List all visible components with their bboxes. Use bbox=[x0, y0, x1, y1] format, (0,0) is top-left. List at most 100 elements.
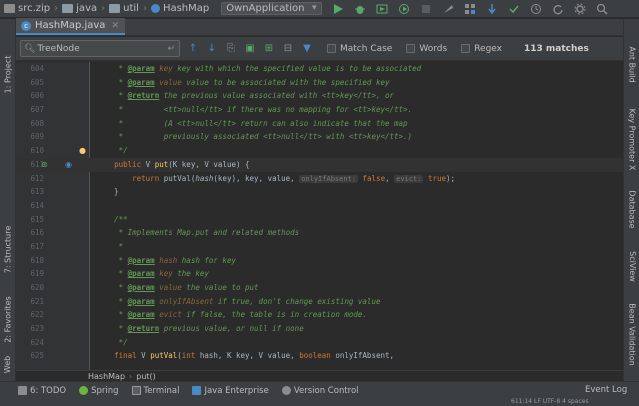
next-occurrence-icon[interactable]: ↓ bbox=[206, 43, 218, 55]
code-line: 625 final V putVal(int hash, K key, V va… bbox=[30, 351, 395, 361]
tool-window-terminal[interactable]: Terminal bbox=[131, 386, 179, 396]
previous-occurrence-icon[interactable]: ↑ bbox=[187, 43, 199, 55]
tool-window-java-enterprise[interactable]: Java Enterprise bbox=[192, 386, 269, 396]
code-line: 618 * @param hash hash for key bbox=[30, 255, 236, 265]
match-count: 113 matches bbox=[524, 43, 589, 54]
stop-icon[interactable] bbox=[420, 3, 432, 15]
project-structure-icon[interactable] bbox=[464, 3, 476, 15]
code-line: 616 * Implements Map.put and related met… bbox=[30, 228, 300, 238]
class-icon bbox=[150, 4, 160, 13]
add-selection-icon[interactable]: ⊞ bbox=[263, 43, 275, 55]
regex-option[interactable]: Regex bbox=[461, 44, 502, 54]
exclude-icon[interactable]: ⊟ bbox=[282, 43, 294, 55]
code-line: 624 */ bbox=[30, 337, 128, 347]
words-checkbox[interactable] bbox=[406, 44, 416, 53]
words-option[interactable]: Words bbox=[406, 44, 447, 54]
folder-icon bbox=[109, 4, 121, 13]
nav-crumb-src-zip[interactable]: src.zip › bbox=[4, 3, 58, 14]
code-line: 617 * bbox=[30, 241, 124, 251]
chevron-right-icon: › bbox=[142, 3, 147, 14]
tool-tab-sciview[interactable]: SciView bbox=[624, 244, 639, 289]
code-line: 612 return putVal(hash(key), key, value,… bbox=[30, 173, 456, 183]
profile-icon[interactable] bbox=[398, 3, 410, 15]
run-configuration-select[interactable]: OwnApplication bbox=[221, 2, 322, 15]
tool-tab-favorites[interactable]: 2: Favorites bbox=[0, 289, 16, 349]
tool-tab-project[interactable]: 1: Project bbox=[0, 49, 16, 99]
filter-icon[interactable]: ▼ bbox=[301, 43, 313, 55]
close-icon[interactable]: ✕ bbox=[111, 21, 119, 31]
event-log-button[interactable]: Event Log bbox=[585, 385, 627, 395]
nav-crumb-util[interactable]: util › bbox=[109, 3, 147, 14]
chevron-right-icon: › bbox=[54, 3, 59, 14]
settings-icon[interactable] bbox=[574, 3, 586, 15]
todo-icon bbox=[18, 386, 27, 395]
vcs-update-icon[interactable] bbox=[486, 3, 498, 15]
code-line: 605 * @param value value to be associate… bbox=[30, 77, 390, 87]
clear-history-icon[interactable]: ↵ bbox=[167, 44, 175, 54]
code-line: 622 * @param evict if false, the table i… bbox=[30, 310, 367, 320]
tab-hashmap-java[interactable]: c HashMap.java ✕ bbox=[16, 18, 125, 35]
nav-crumb-label: HashMap bbox=[162, 3, 210, 14]
archive-icon bbox=[4, 4, 15, 13]
tool-tab-bean-validation[interactable]: Bean Validation bbox=[624, 299, 639, 369]
nav-crumb-label: util bbox=[123, 3, 139, 14]
build-icon[interactable] bbox=[442, 3, 454, 15]
nav-crumb-hashmap[interactable]: HashMap bbox=[150, 3, 210, 14]
nav-crumb-label: java bbox=[76, 3, 98, 14]
tool-tab-structure[interactable]: 7: Structure bbox=[0, 219, 16, 279]
code-line: 609 * previously associated <tt>null</tt… bbox=[30, 132, 413, 142]
folder-icon bbox=[62, 4, 74, 13]
class-icon: c bbox=[21, 20, 31, 31]
run-icon[interactable] bbox=[332, 3, 344, 15]
breadcrumb-class[interactable]: HashMap bbox=[88, 372, 125, 381]
tab-label: HashMap.java bbox=[35, 20, 106, 31]
select-all-occurrences-icon[interactable]: ▣ bbox=[244, 43, 256, 55]
find-bar: 🔍︎ ↵ ↑ ↓ ⎘ ▣ ⊞ ⊟ ▼ Match Case Words Rege… bbox=[16, 37, 623, 61]
terminal-icon bbox=[131, 386, 141, 395]
override-marker-icon[interactable]: ⊛ bbox=[40, 160, 49, 169]
spring-icon bbox=[79, 386, 89, 395]
search-everywhere-icon[interactable] bbox=[596, 3, 608, 15]
tool-window-spring[interactable]: Spring bbox=[79, 386, 119, 396]
caret-position[interactable]: 611:14 LF UTF-8 4 spaces bbox=[511, 398, 589, 405]
code-line: 610 ● */ bbox=[30, 146, 128, 156]
regex-checkbox[interactable] bbox=[461, 44, 471, 53]
coverage-icon[interactable] bbox=[376, 3, 388, 15]
tool-tab-ant-build[interactable]: Ant Build bbox=[624, 39, 639, 89]
navigation-bar: src.zip › java › util › HashMap OwnAppli… bbox=[0, 0, 639, 18]
lightbulb-icon[interactable]: ● bbox=[78, 146, 87, 155]
chevron-right-icon: › bbox=[129, 371, 133, 381]
code-editor[interactable]: 604 * @param key key with which the spec… bbox=[16, 62, 623, 370]
code-line: 607 * <tt>null</tt> if there was no mapp… bbox=[30, 105, 413, 115]
history-icon[interactable] bbox=[530, 3, 542, 15]
chevron-right-icon: › bbox=[101, 3, 106, 14]
match-case-option[interactable]: Match Case bbox=[327, 44, 392, 54]
vcs-commit-icon[interactable] bbox=[508, 3, 520, 15]
find-field[interactable]: 🔍︎ ↵ bbox=[20, 40, 180, 57]
tool-window-version-control[interactable]: Version Control bbox=[281, 386, 359, 396]
nav-crumb-java[interactable]: java › bbox=[62, 3, 105, 14]
breadcrumb-method[interactable]: put() bbox=[136, 372, 156, 381]
search-input[interactable] bbox=[37, 43, 148, 54]
tool-tab-database[interactable]: Database bbox=[624, 184, 639, 234]
debug-icon[interactable] bbox=[354, 3, 366, 15]
code-line: 604 * @param key key with which the spec… bbox=[30, 64, 422, 73]
implements-marker-icon[interactable]: ◉ bbox=[64, 160, 73, 169]
code-line: 614 bbox=[30, 200, 44, 210]
tool-tab-key-promoter[interactable]: Key Promoter X bbox=[624, 104, 639, 174]
tool-tab-web[interactable]: Web bbox=[0, 349, 16, 379]
editor-tab-bar: c HashMap.java ✕ bbox=[16, 18, 623, 36]
search-icon: 🔍︎ bbox=[24, 43, 36, 54]
code-line: 621 * @param onlyIfAbsent if true, don't… bbox=[30, 296, 381, 306]
find-all-icon[interactable]: ⎘ bbox=[225, 43, 237, 55]
left-tool-strip: 1: Project 7: Structure 2: Favorites Web bbox=[0, 19, 16, 381]
code-line: 613 } bbox=[30, 187, 119, 197]
code-line: 606 * @return the previous value associa… bbox=[30, 91, 395, 101]
java-enterprise-icon bbox=[192, 386, 202, 395]
tool-window-todo[interactable]: 6: TODO bbox=[18, 386, 66, 396]
code-line: 619 * @param key the key bbox=[30, 269, 209, 279]
revert-icon[interactable] bbox=[552, 3, 564, 15]
code-line: 608 * (A <tt>null</tt> return can also i… bbox=[30, 118, 408, 128]
match-case-checkbox[interactable] bbox=[327, 44, 336, 53]
editor-breadcrumb: HashMap › put() bbox=[16, 370, 623, 381]
